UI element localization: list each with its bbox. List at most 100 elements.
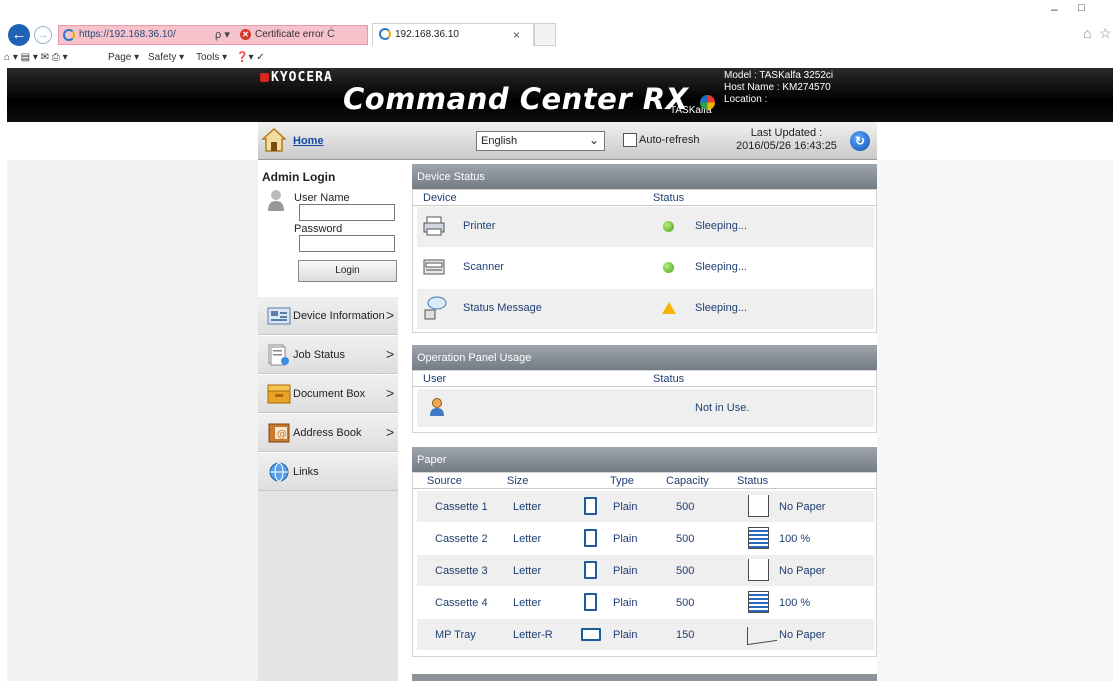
divider (413, 488, 876, 489)
sidebar-item-job-status[interactable]: Job Status > (258, 335, 398, 374)
back-button[interactable]: ← (8, 24, 30, 46)
warning-icon (662, 302, 676, 314)
refresh-button-icon[interactable]: ↻ (850, 131, 870, 151)
paper-body: Source Size Type Capacity Status Cassett… (412, 472, 877, 657)
paper-size: Letter (513, 501, 542, 513)
device-status-title: Device Status (412, 164, 877, 189)
auto-refresh-checkbox[interactable] (623, 133, 637, 147)
certificate-error-label[interactable]: Certificate error (255, 29, 324, 40)
sidebar-item-document-box[interactable]: Document Box > (258, 374, 398, 413)
paper-capacity: 500 (676, 597, 695, 609)
tray-empty-icon (748, 559, 769, 581)
forward-button[interactable]: → (34, 26, 52, 44)
certificate-error-icon[interactable]: ✕ (240, 29, 251, 40)
login-button[interactable]: Login (298, 260, 397, 282)
browser-chrome: ← → https://192.168.36.10/ ρ ▾ ✕ Certifi… (0, 0, 1113, 46)
browser-home-icon[interactable]: ⌂ (1083, 25, 1091, 41)
device-status: Sleeping... (695, 302, 747, 314)
help-menu[interactable]: ❓▾ ✓ (236, 52, 265, 63)
mp-tray-empty-icon (747, 622, 777, 646)
paper-source: MP Tray (435, 629, 476, 641)
auto-refresh-label[interactable]: Auto-refresh (639, 134, 700, 146)
sidebar: Admin Login User Name Password Login Dev… (258, 164, 398, 681)
command-bar-icons[interactable]: ⌂ ▾ ▤ ▾ ✉ ⎙ ▾ (4, 52, 68, 63)
home-link[interactable]: Home (293, 135, 324, 147)
col-source: Source (427, 475, 462, 487)
panel-usage-status: Not in Use. (695, 402, 750, 414)
paper-status: No Paper (779, 501, 826, 513)
header-banner: KYOCERA Command Center RX TASKalfa Model… (7, 68, 1113, 122)
page: KYOCERA Command Center RX TASKalfa Model… (0, 68, 1113, 681)
chevron-right-icon: > (386, 307, 395, 323)
address-bar[interactable]: https://192.168.36.10/ ρ ▾ ✕ Certificate… (58, 25, 368, 45)
paper-source: Cassette 4 (435, 597, 488, 609)
device-row-printer[interactable]: Printer Sleeping... (417, 207, 874, 247)
taskalfa-logo-icon (700, 95, 715, 110)
paper-size: Letter (513, 597, 542, 609)
tab-close-icon[interactable]: × (513, 28, 520, 42)
sidebar-item-address-book[interactable]: @ Address Book > (258, 413, 398, 452)
next-panel-header (412, 674, 877, 681)
paper-capacity: 150 (676, 629, 695, 641)
links-icon (269, 462, 289, 482)
last-updated: Last Updated : 2016/05/26 16:43:25 (736, 127, 837, 153)
paper-source: Cassette 2 (435, 533, 488, 545)
paper-source: Cassette 1 (435, 501, 488, 513)
col-status: Status (737, 475, 769, 487)
paper-status: No Paper (779, 565, 826, 577)
paper-type: Plain (613, 597, 638, 609)
page-menu[interactable]: Page ▾ (108, 52, 139, 63)
chevron-down-icon: ⌄ (588, 133, 599, 147)
user-name-input[interactable] (299, 204, 395, 221)
svg-text:@: @ (277, 429, 287, 440)
paper-row-mp-tray[interactable]: MP Tray Letter-R Plain 150 No Paper (417, 619, 874, 650)
paper-capacity: 500 (676, 565, 695, 577)
device-row-scanner[interactable]: Scanner Sleeping... (417, 248, 874, 288)
col-size: Size (507, 475, 529, 487)
language-select[interactable]: English ⌄ (476, 131, 605, 151)
password-input[interactable] (299, 235, 395, 252)
paper-status: 100 % (779, 533, 811, 545)
paper-title: Paper (412, 447, 877, 472)
minimize-icon[interactable]: – (1051, 2, 1058, 16)
device-name: Printer (463, 220, 496, 232)
restore-icon[interactable]: □ (1078, 2, 1085, 14)
favorites-icon[interactable]: ☆ (1099, 25, 1112, 42)
left-margin (7, 160, 258, 681)
device-status: Sleeping... (695, 220, 747, 232)
sidebar-item-links[interactable]: Links (258, 452, 398, 491)
command-bar: ⌂ ▾ ▤ ▾ ✉ ⎙ ▾ Page ▾ Safety ▾ Tools ▾ ❓▾… (0, 49, 1113, 67)
paper-size: Letter-R (513, 629, 553, 641)
paper-type: Plain (613, 565, 638, 577)
operation-panel-usage-panel: Operation Panel Usage User Status Not in… (412, 345, 877, 437)
paper-capacity: 500 (676, 533, 695, 545)
device-row-status-message[interactable]: Status Message Sleeping... (417, 289, 874, 329)
ie-logo-icon (63, 29, 75, 41)
refresh-icon[interactable]: Ċ (327, 28, 335, 40)
search-dropdown-icon[interactable]: ρ ▾ (215, 28, 230, 41)
document-box-icon (267, 384, 291, 404)
paper-source: Cassette 3 (435, 565, 488, 577)
portrait-paper-icon (584, 497, 597, 515)
paper-row-cassette-2[interactable]: Cassette 2 Letter Plain 500 100 % (417, 523, 874, 554)
paper-row-cassette-1[interactable]: Cassette 1 Letter Plain 500 No Paper (417, 491, 874, 522)
address-url[interactable]: https://192.168.36.10/ (79, 29, 176, 40)
home-icon[interactable] (262, 127, 286, 153)
chevron-right-icon: > (386, 385, 395, 401)
last-updated-value: 2016/05/26 16:43:25 (736, 140, 837, 152)
address-book-icon: @ (268, 423, 290, 443)
divider (413, 205, 876, 206)
tab-title: 192.168.36.10 (395, 29, 459, 40)
user-icon (430, 398, 444, 416)
location-text: Location : (724, 94, 768, 105)
browser-tab[interactable]: 192.168.36.10 × (372, 23, 534, 46)
new-tab-button[interactable] (534, 23, 556, 46)
tools-menu[interactable]: Tools ▾ (196, 52, 227, 63)
safety-menu[interactable]: Safety ▾ (148, 52, 184, 63)
paper-row-cassette-3[interactable]: Cassette 3 Letter Plain 500 No Paper (417, 555, 874, 586)
sidebar-item-label: Device Information (293, 310, 385, 322)
sidebar-item-device-information[interactable]: Device Information > (258, 296, 398, 335)
device-status-body: Device Status Printer Sleeping... Scanne… (412, 189, 877, 333)
paper-type: Plain (613, 533, 638, 545)
paper-row-cassette-4[interactable]: Cassette 4 Letter Plain 500 100 % (417, 587, 874, 618)
